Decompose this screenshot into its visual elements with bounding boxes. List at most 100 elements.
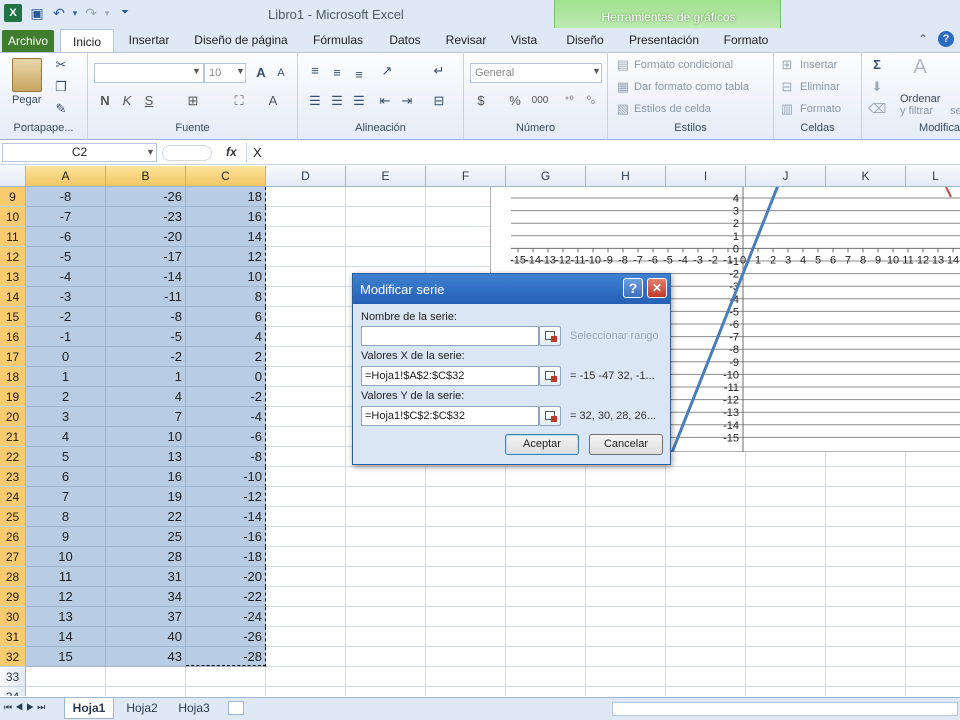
- table-cell[interactable]: [266, 487, 346, 507]
- table-cell[interactable]: [346, 687, 426, 696]
- font-color-icon[interactable]: A: [264, 92, 282, 110]
- table-cell[interactable]: [826, 667, 906, 687]
- fill-icon[interactable]: ⬇: [868, 78, 886, 96]
- table-cell[interactable]: 6: [26, 467, 106, 487]
- table-cell[interactable]: [666, 687, 746, 696]
- table-cell[interactable]: [266, 427, 346, 447]
- table-cell[interactable]: [506, 667, 586, 687]
- table-cell[interactable]: [266, 207, 346, 227]
- tab-inicio[interactable]: Inicio: [60, 29, 114, 53]
- table-cell[interactable]: [346, 627, 426, 647]
- table-cell[interactable]: [826, 547, 906, 567]
- table-cell[interactable]: 5: [26, 447, 106, 467]
- redo-dropdown-icon[interactable]: ▾: [98, 4, 116, 22]
- table-cell[interactable]: -10: [186, 467, 266, 487]
- tab-datos[interactable]: Datos: [380, 28, 430, 52]
- table-cell[interactable]: [266, 347, 346, 367]
- table-cell[interactable]: [906, 507, 960, 527]
- column-header-h[interactable]: H: [586, 166, 666, 187]
- table-cell[interactable]: 3: [26, 407, 106, 427]
- column-header-g[interactable]: G: [506, 166, 586, 187]
- table-cell[interactable]: 9: [26, 527, 106, 547]
- sort-label[interactable]: Ordenar: [900, 93, 940, 105]
- row-header[interactable]: 11: [0, 227, 26, 247]
- table-cell[interactable]: [826, 467, 906, 487]
- column-header-c[interactable]: C: [186, 166, 266, 187]
- table-cell[interactable]: [746, 467, 826, 487]
- range-select-button[interactable]: [539, 366, 561, 386]
- table-cell[interactable]: -4: [26, 267, 106, 287]
- copy-icon[interactable]: ❐: [52, 78, 70, 96]
- table-cell[interactable]: [426, 527, 506, 547]
- table-cell[interactable]: [266, 387, 346, 407]
- percent-icon[interactable]: %: [506, 92, 524, 110]
- table-cell[interactable]: [746, 547, 826, 567]
- table-cell[interactable]: 40: [106, 627, 186, 647]
- row-header[interactable]: 23: [0, 467, 26, 487]
- column-header-j[interactable]: J: [746, 166, 826, 187]
- table-cell[interactable]: -16: [186, 527, 266, 547]
- table-cell[interactable]: [266, 667, 346, 687]
- align-center-icon[interactable]: ☰: [328, 92, 346, 110]
- table-cell[interactable]: -7: [26, 207, 106, 227]
- tab-diseno-pagina[interactable]: Diseño de página: [186, 28, 296, 52]
- table-cell[interactable]: 37: [106, 607, 186, 627]
- table-cell[interactable]: [666, 507, 746, 527]
- tab-presentacion[interactable]: Presentación: [622, 28, 706, 52]
- table-cell[interactable]: -3: [26, 287, 106, 307]
- close-icon[interactable]: ✕: [647, 278, 667, 298]
- table-cell[interactable]: [586, 467, 666, 487]
- table-cell[interactable]: [426, 607, 506, 627]
- table-cell[interactable]: [506, 587, 586, 607]
- table-cell[interactable]: -2: [106, 347, 186, 367]
- currency-icon[interactable]: $: [472, 92, 490, 110]
- table-cell[interactable]: 15: [26, 647, 106, 667]
- table-cell[interactable]: 2: [186, 347, 266, 367]
- table-cell[interactable]: [906, 627, 960, 647]
- table-cell[interactable]: [26, 687, 106, 696]
- table-cell[interactable]: [906, 607, 960, 627]
- table-cell[interactable]: [426, 587, 506, 607]
- help-icon[interactable]: ?: [938, 31, 954, 47]
- table-cell[interactable]: [906, 527, 960, 547]
- table-cell[interactable]: [506, 607, 586, 627]
- align-bottom-icon[interactable]: ≡: [350, 66, 368, 84]
- row-header[interactable]: 10: [0, 207, 26, 227]
- bold-icon[interactable]: N: [96, 92, 114, 110]
- table-cell[interactable]: [346, 467, 426, 487]
- table-cell[interactable]: [746, 527, 826, 547]
- row-header[interactable]: 33: [0, 667, 26, 687]
- name-box[interactable]: C2: [2, 143, 157, 162]
- sheet-nav-icons[interactable]: ⏮◀▶⏭: [4, 702, 48, 713]
- table-cell[interactable]: 16: [106, 467, 186, 487]
- table-cell[interactable]: [346, 607, 426, 627]
- increase-decimal-icon[interactable]: ⁺⁰: [560, 92, 578, 110]
- table-cell[interactable]: [266, 287, 346, 307]
- tab-vista[interactable]: Vista: [502, 28, 546, 52]
- table-cell[interactable]: 7: [26, 487, 106, 507]
- table-cell[interactable]: 10: [186, 267, 266, 287]
- table-cell[interactable]: [586, 567, 666, 587]
- table-cell[interactable]: -5: [106, 327, 186, 347]
- table-cell[interactable]: [266, 327, 346, 347]
- table-cell[interactable]: 7: [106, 407, 186, 427]
- table-cell[interactable]: 13: [26, 607, 106, 627]
- align-middle-icon[interactable]: ≡: [328, 64, 346, 82]
- table-cell[interactable]: [266, 567, 346, 587]
- table-cell[interactable]: 12: [186, 247, 266, 267]
- row-header[interactable]: 20: [0, 407, 26, 427]
- row-header[interactable]: 15: [0, 307, 26, 327]
- format-cells-button[interactable]: Formato: [800, 103, 841, 115]
- column-header-e[interactable]: E: [346, 166, 426, 187]
- table-cell[interactable]: [506, 627, 586, 647]
- table-cell[interactable]: [746, 507, 826, 527]
- table-cell[interactable]: -20: [186, 567, 266, 587]
- table-cell[interactable]: [666, 667, 746, 687]
- row-header[interactable]: 31: [0, 627, 26, 647]
- orientation-icon[interactable]: ↗: [378, 62, 396, 80]
- table-cell[interactable]: [666, 647, 746, 667]
- table-cell[interactable]: -14: [106, 267, 186, 287]
- paste-label[interactable]: Pegar: [12, 94, 41, 106]
- table-cell[interactable]: -2: [186, 387, 266, 407]
- row-header[interactable]: 19: [0, 387, 26, 407]
